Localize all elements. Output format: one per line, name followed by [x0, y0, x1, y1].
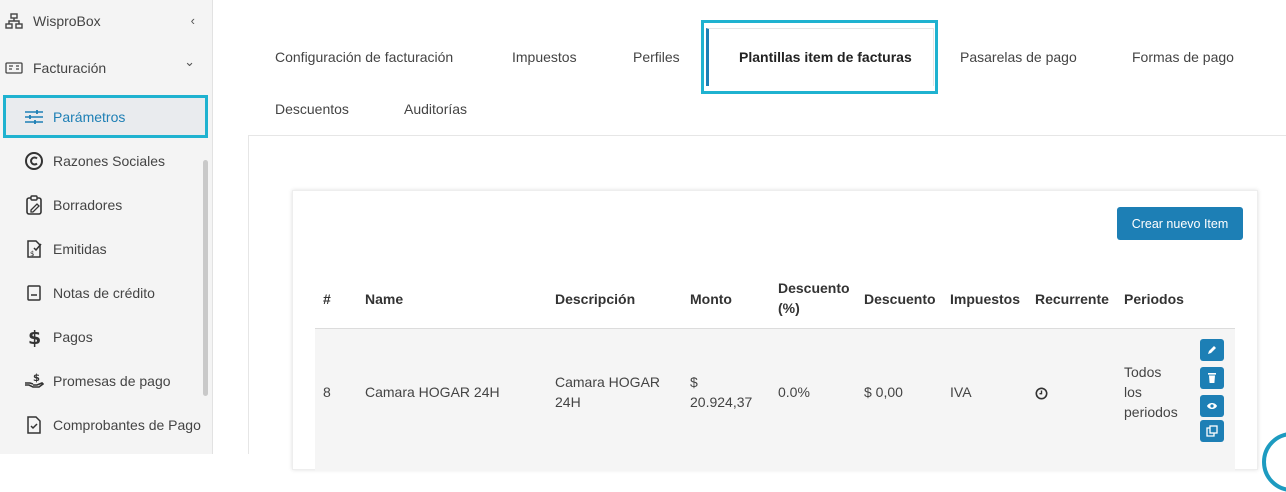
column-header-impuestos[interactable]: Impuestos — [950, 289, 1020, 309]
chevron-down-icon[interactable]: ⌄ — [184, 54, 195, 70]
eye-icon — [1207, 403, 1217, 409]
cell-periodos: Todos los periodos — [1124, 362, 1178, 422]
hand-money-icon: $ — [24, 372, 44, 390]
cell-descripcion: Camara HOGAR 24H — [555, 372, 660, 412]
sidebar-item-razones-sociales[interactable]: Razones Sociales — [0, 141, 213, 181]
trash-icon — [1208, 373, 1216, 383]
cell-monto-line1: $ — [690, 374, 698, 390]
sidebar-item-label: Notas de crédito — [53, 285, 155, 301]
content-area: Crear nuevo Item # Name Descripción Mont… — [248, 136, 1286, 471]
cell-descripcion-line2: 24H — [555, 394, 581, 410]
sidebar-item-label: Promesas de pago — [53, 373, 171, 389]
copy-icon — [1206, 425, 1218, 437]
tab-descuentos[interactable]: Descuentos — [275, 101, 349, 117]
sliders-icon — [24, 109, 44, 125]
cell-impuestos: IVA — [950, 384, 972, 400]
sidebar-item-label: Razones Sociales — [53, 153, 166, 169]
sidebar-item-label: Comprobantes de Pago — [53, 417, 201, 433]
sidebar-item-emitidas[interactable]: $ Emitidas — [0, 229, 213, 269]
sidebar-item-label: Borradores — [53, 197, 123, 213]
column-header-periodos[interactable]: Periodos — [1124, 289, 1184, 309]
sidebar-item-facturacion[interactable]: Facturación ⌄ — [0, 54, 213, 82]
cell-descripcion-line1: Camara HOGAR — [555, 374, 661, 390]
cell-periodos-line2: los — [1124, 384, 1142, 400]
tab-plantillas-item[interactable]: Plantillas item de facturas — [739, 49, 912, 65]
tab-bar: Configuración de facturación Impuestos P… — [248, 20, 1286, 136]
pencil-icon — [1208, 346, 1216, 354]
column-header-num: # — [323, 291, 331, 307]
column-header-monto[interactable]: Monto — [690, 289, 732, 309]
column-header-descuento-pct-line1: Descuento — [778, 280, 850, 296]
sidebar-item-parametros[interactable]: Parámetros — [3, 95, 208, 138]
chevron-left-icon[interactable]: ‹ — [191, 13, 195, 28]
cell-descuento: $ 0,00 — [864, 384, 903, 400]
sidebar-item-notas-credito[interactable]: Notas de crédito — [0, 273, 213, 313]
sidebar-item-wisprobox[interactable]: WisproBox ‹ — [0, 7, 213, 35]
column-header-name[interactable]: Name — [365, 289, 403, 309]
cell-periodos-line1: Todos — [1124, 364, 1162, 380]
sidebar-item-label: Facturación — [33, 60, 107, 76]
column-header-recurrente[interactable]: Recurrente — [1035, 289, 1109, 309]
svg-text:$: $ — [28, 327, 41, 347]
cell-descuento-pct: 0.0% — [778, 384, 810, 400]
column-header-descuento-pct[interactable]: Descuento (%) — [778, 278, 850, 318]
column-header-descuento[interactable]: Descuento — [864, 289, 936, 309]
sidebar-item-label: Emitidas — [53, 241, 107, 257]
create-item-button[interactable]: Crear nuevo Item — [1117, 207, 1243, 240]
note-icon — [24, 284, 44, 302]
tab-perfiles[interactable]: Perfiles — [633, 49, 680, 65]
sidebar-item-comprobantes[interactable]: Comprobantes de Pago — [0, 405, 213, 445]
cell-monto: $ 20.924,37 — [690, 372, 752, 412]
svg-text:$: $ — [33, 373, 40, 384]
tab-formas-pago[interactable]: Formas de pago — [1132, 49, 1234, 65]
sidebar-item-label: Pagos — [53, 329, 93, 345]
dollar-icon: $ — [24, 327, 44, 347]
tab-impuestos[interactable]: Impuestos — [512, 49, 577, 65]
sidebar: WisproBox ‹ Facturación ⌄ Parámetros Raz… — [0, 0, 213, 454]
tab-configuracion-facturacion[interactable]: Configuración de facturación — [275, 49, 453, 65]
sidebar-item-label: Parámetros — [53, 108, 126, 125]
column-header-descuento-pct-line2: (%) — [778, 300, 800, 316]
tab-auditorias[interactable]: Auditorías — [404, 101, 467, 117]
edit-button[interactable] — [1200, 339, 1224, 361]
document-check-icon: $ — [24, 239, 44, 259]
delete-button[interactable] — [1200, 367, 1224, 389]
items-card: Crear nuevo Item # Name Descripción Mont… — [292, 190, 1258, 471]
sidebar-scrollbar[interactable] — [203, 160, 208, 396]
clone-button[interactable] — [1200, 420, 1224, 442]
cell-num: 8 — [323, 384, 331, 400]
copyright-icon — [24, 151, 44, 171]
invoice-icon — [4, 61, 24, 75]
tab-pasarelas-pago[interactable]: Pasarelas de pago — [960, 49, 1077, 65]
cell-periodos-line3: periodos — [1124, 404, 1178, 420]
cell-monto-line2: 20.924,37 — [690, 394, 753, 410]
view-button[interactable] — [1200, 395, 1224, 417]
clipboard-edit-icon — [24, 195, 44, 215]
sidebar-item-promesas-pago[interactable]: $ Promesas de pago — [0, 361, 213, 401]
clock-icon — [1035, 385, 1048, 405]
receipt-check-icon — [24, 415, 44, 435]
cell-name: Camara HOGAR 24H — [365, 384, 500, 400]
sidebar-item-borradores[interactable]: Borradores — [0, 185, 213, 225]
sidebar-item-pagos[interactable]: $ Pagos — [0, 317, 213, 357]
svg-text:$: $ — [30, 250, 34, 258]
network-icon — [4, 13, 24, 29]
column-header-descripcion[interactable]: Descripción — [555, 289, 635, 309]
sidebar-item-label: WisproBox — [33, 13, 101, 29]
